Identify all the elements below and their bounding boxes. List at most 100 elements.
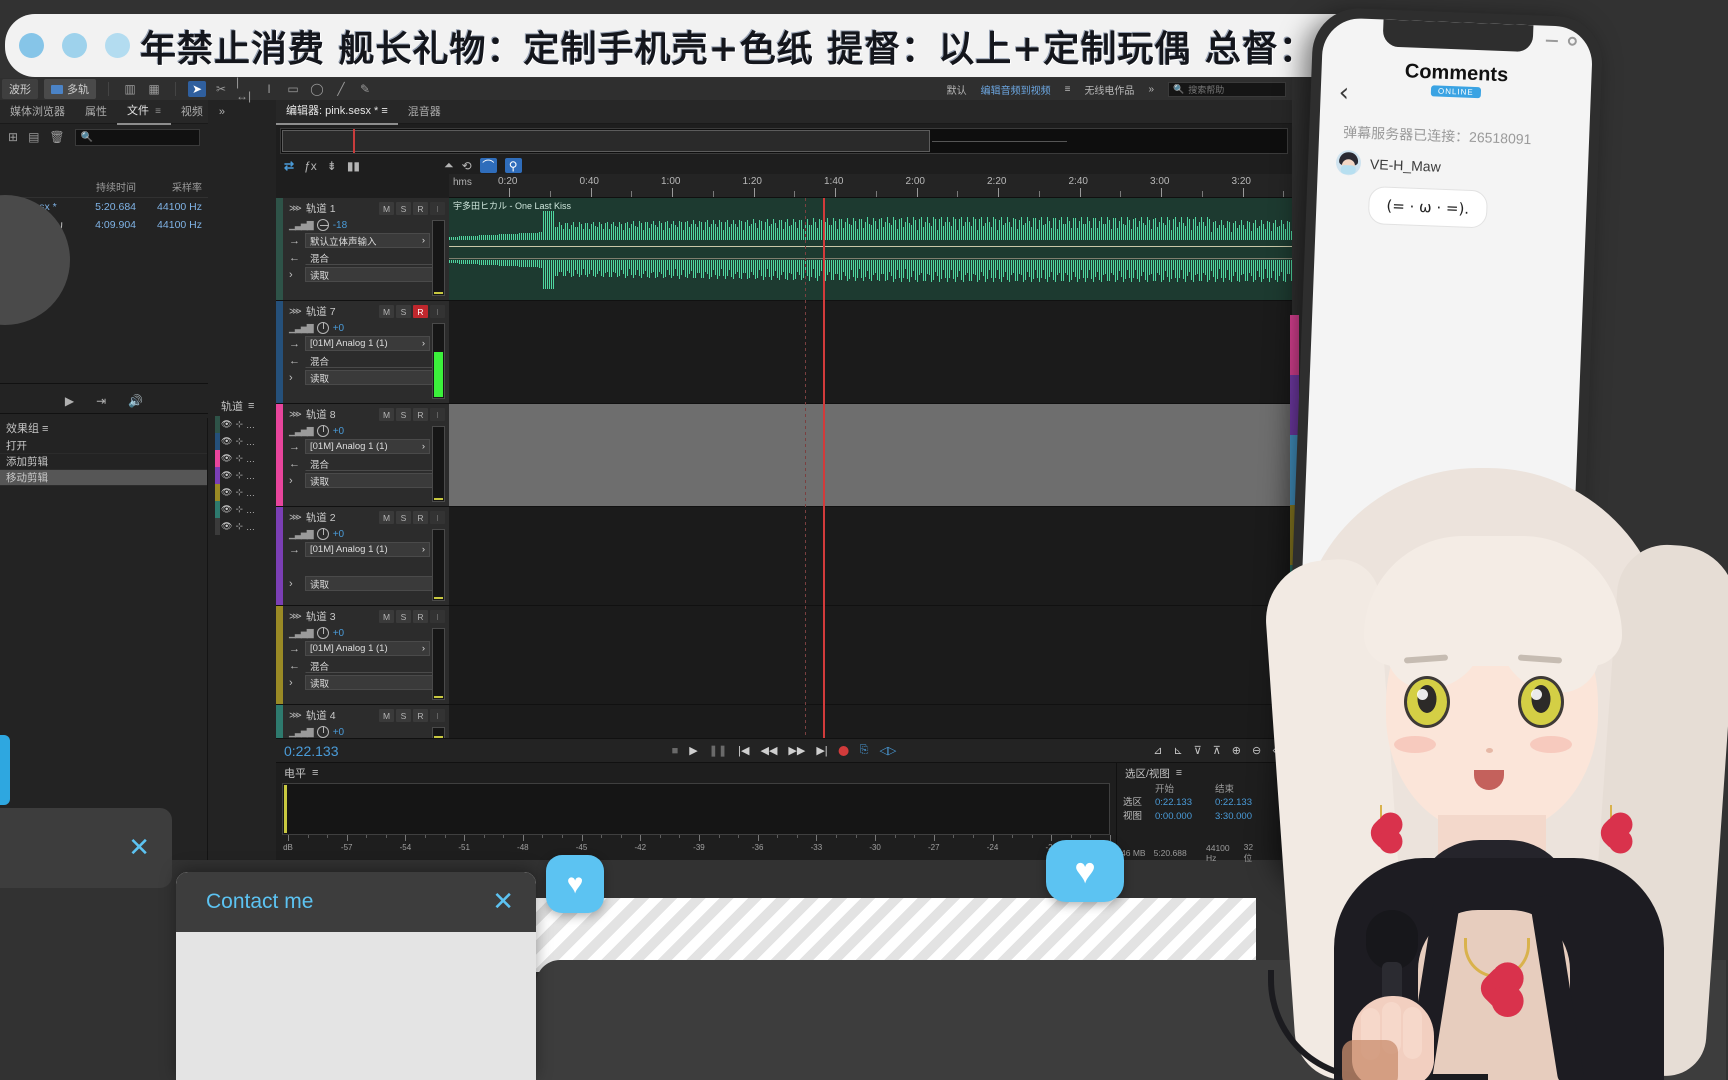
track-handle-icon[interactable]: ⊹ (235, 436, 243, 447)
zoom-out-amplitude-icon[interactable]: ⊼ (1213, 744, 1221, 757)
current-time-display[interactable]: 0:22.133 (276, 743, 339, 759)
track-output-row[interactable]: ← 混合› (289, 353, 445, 368)
track-header[interactable]: ⋙轨道 7MSRI▁▃▅▇+0→[01M] Analog 1 (1)›Ø←混合›… (283, 301, 449, 403)
track-header[interactable]: ⋙ 轨道 4 M S R I ▁▃▅▇ +0 (283, 705, 449, 738)
track-name[interactable]: 轨道 2 (306, 510, 336, 525)
expand-icon[interactable]: › (289, 677, 301, 689)
track-lane[interactable] (449, 507, 1292, 605)
track-input-select[interactable]: [01M] Analog 1 (1) › (305, 542, 430, 557)
track-drag-handle-icon[interactable]: ⋙ (289, 203, 302, 214)
track-handle-icon[interactable]: ⊹ (235, 453, 243, 464)
fast-forward-icon[interactable]: ▶▶ (788, 744, 805, 757)
timeline-overview[interactable] (280, 128, 1288, 154)
track-color-strip[interactable] (276, 705, 283, 738)
marquee-icon[interactable]: ▭ (284, 81, 302, 97)
track-output-select[interactable]: 混合› (305, 658, 445, 673)
panel-menu-icon[interactable]: ≡ (155, 106, 161, 117)
razor-tool-icon[interactable]: ✂ (212, 81, 230, 97)
track-header[interactable]: ⋙轨道 8MSRI▁▃▅▇+0→[01M] Analog 1 (1)›Ø←混合›… (283, 404, 449, 506)
track-input-select[interactable]: [01M] Analog 1 (1) › (305, 336, 430, 351)
track-volume-row[interactable]: ▁▃▅▇ +0 (289, 425, 445, 437)
track-lane[interactable] (449, 404, 1292, 506)
multitrack-mode-button[interactable]: 多轨 (44, 79, 96, 99)
timeline-ruler[interactable]: hms 0:20 0:40 1:00 1:20 1:40 2:00 2:20 2:40 3:00… (449, 174, 1292, 198)
track-volume-row[interactable]: ▁▃▅▇ +0 (289, 322, 445, 334)
track-name[interactable]: 轨道 3 (306, 609, 336, 624)
track-output-select[interactable]: 混合› (305, 250, 445, 265)
solo-button[interactable]: S (396, 202, 411, 215)
record-arm-button[interactable]: R (413, 511, 428, 524)
mute-button[interactable]: M (379, 408, 394, 421)
track-input-select[interactable]: [01M] Analog 1 (1) › (305, 439, 430, 454)
track-color-strip[interactable] (276, 606, 283, 704)
track-output-row[interactable]: ← 混合› (289, 456, 445, 471)
track-drag-handle-icon[interactable]: ⋙ (289, 710, 302, 721)
track-automation-row[interactable]: › 读取⌄ (289, 576, 445, 591)
mute-button[interactable]: M (379, 511, 394, 524)
selection-view-menu-icon[interactable]: ≡ (1176, 767, 1182, 779)
track-row[interactable]: ⋙轨道 7MSRI▁▃▅▇+0→[01M] Analog 1 (1)›Ø←混合›… (276, 301, 1292, 404)
workspace-default[interactable]: 默认 (947, 82, 967, 97)
headphone-icon[interactable]: ⌒ (479, 158, 497, 173)
menu-item-move-clip[interactable]: 移动剪辑 (0, 470, 207, 486)
track-handle-icon[interactable]: ⊹ (235, 521, 243, 532)
view-start[interactable]: 0:00.000 (1155, 810, 1209, 824)
track-row[interactable]: ⋙轨道 2MSRI▁▃▅▇+0→[01M] Analog 1 (1)›Ø›读取⌄ (276, 507, 1292, 606)
volume-knob-icon[interactable] (316, 219, 329, 231)
mute-button[interactable]: M (379, 610, 394, 623)
mute-button[interactable]: M (379, 202, 394, 215)
track-list-row[interactable]: 👁 ⊹… (215, 518, 275, 535)
play-icon[interactable]: ▶ (65, 394, 74, 408)
track-output-row[interactable]: ← 混合› (289, 658, 445, 673)
marker-icon[interactable]: ⚲ (504, 158, 522, 173)
input-monitor-button[interactable]: I (430, 202, 445, 215)
expand-icon[interactable]: › (289, 578, 301, 590)
help-search-input[interactable]: 🔍 搜索帮助 (1168, 81, 1286, 97)
eye-icon[interactable]: 👁 (221, 487, 232, 498)
levels-meter[interactable] (282, 783, 1110, 835)
track-row[interactable]: ⋙轨道 8MSRI▁▃▅▇+0→[01M] Analog 1 (1)›Ø←混合›… (276, 404, 1292, 507)
track-input-select[interactable]: [01M] Analog 1 (1) › (305, 641, 430, 656)
volume-knob-icon[interactable] (316, 528, 329, 540)
side-tab-handle[interactable] (0, 735, 10, 805)
volume-icon[interactable]: 🔊 (128, 394, 143, 408)
track-handle-icon[interactable]: ⊹ (235, 419, 243, 430)
track-handle-icon[interactable]: ⊹ (235, 487, 243, 498)
zoom-out-time-icon[interactable]: ⊾ (1173, 744, 1182, 757)
input-monitor-button[interactable]: I (430, 305, 445, 318)
selection-end[interactable]: 0:22.133 (1215, 796, 1252, 810)
meters-icon[interactable]: ▮▮ (347, 159, 360, 173)
track-lane[interactable] (449, 301, 1292, 403)
contact-dialog[interactable]: Contact me ✕ (176, 872, 536, 1080)
track-automation-row[interactable]: › 读取⌄ (289, 267, 445, 282)
record-icon[interactable] (838, 745, 849, 756)
workspace-menu-icon[interactable]: ≡ (1065, 84, 1071, 95)
eye-icon[interactable]: 👁 (221, 470, 232, 481)
record-arm-button[interactable]: R (413, 408, 428, 421)
loop-toggle-icon[interactable]: ⇄ (284, 159, 294, 173)
move-tool-icon[interactable]: ➤ (188, 81, 206, 97)
workspace-radio[interactable]: 无线电作品 (1084, 82, 1134, 97)
new-file-icon[interactable]: ▤ (28, 130, 39, 144)
time-select-icon[interactable]: I (260, 81, 278, 97)
eye-icon[interactable]: 👁 (221, 504, 232, 515)
audio-clip[interactable]: 宇多田ヒカル - One Last Kiss (449, 198, 1292, 300)
track-list-row[interactable]: 👁 ⊹… (215, 501, 275, 518)
track-input-row[interactable]: →[01M] Analog 1 (1)›Ø (289, 439, 445, 454)
track-automation-row[interactable]: › 读取⌄ (289, 370, 445, 385)
tab-mixer[interactable]: 混音器 (398, 99, 451, 124)
tabs-overflow-icon[interactable]: » (213, 106, 231, 118)
expand-icon[interactable]: › (289, 372, 301, 384)
back-chevron-icon[interactable]: ‹ (1338, 78, 1350, 108)
zoom-selection-icon[interactable]: ⊕ (1232, 744, 1241, 757)
track-output-row[interactable]: ← 混合› (289, 250, 445, 265)
workspace-active[interactable]: 编辑音频到视频 (981, 82, 1051, 97)
overview-clip[interactable] (282, 130, 930, 152)
track-volume-row[interactable]: ▁▃▅▇ +0 (289, 726, 445, 738)
track-lane[interactable] (449, 705, 1292, 738)
tab-editor[interactable]: 编辑器: pink.sesx * ≡ (276, 98, 398, 125)
track-volume-value[interactable]: +0 (333, 426, 344, 437)
track-area[interactable]: ⋙轨道 1MSRI▁▃▅▇-18→默认立体声输入›Ø←混合››读取⌄宇多田ヒカル… (276, 198, 1292, 738)
track-input-row[interactable]: →默认立体声输入›Ø (289, 233, 445, 248)
rewind-icon[interactable]: ◀◀ (760, 744, 777, 757)
